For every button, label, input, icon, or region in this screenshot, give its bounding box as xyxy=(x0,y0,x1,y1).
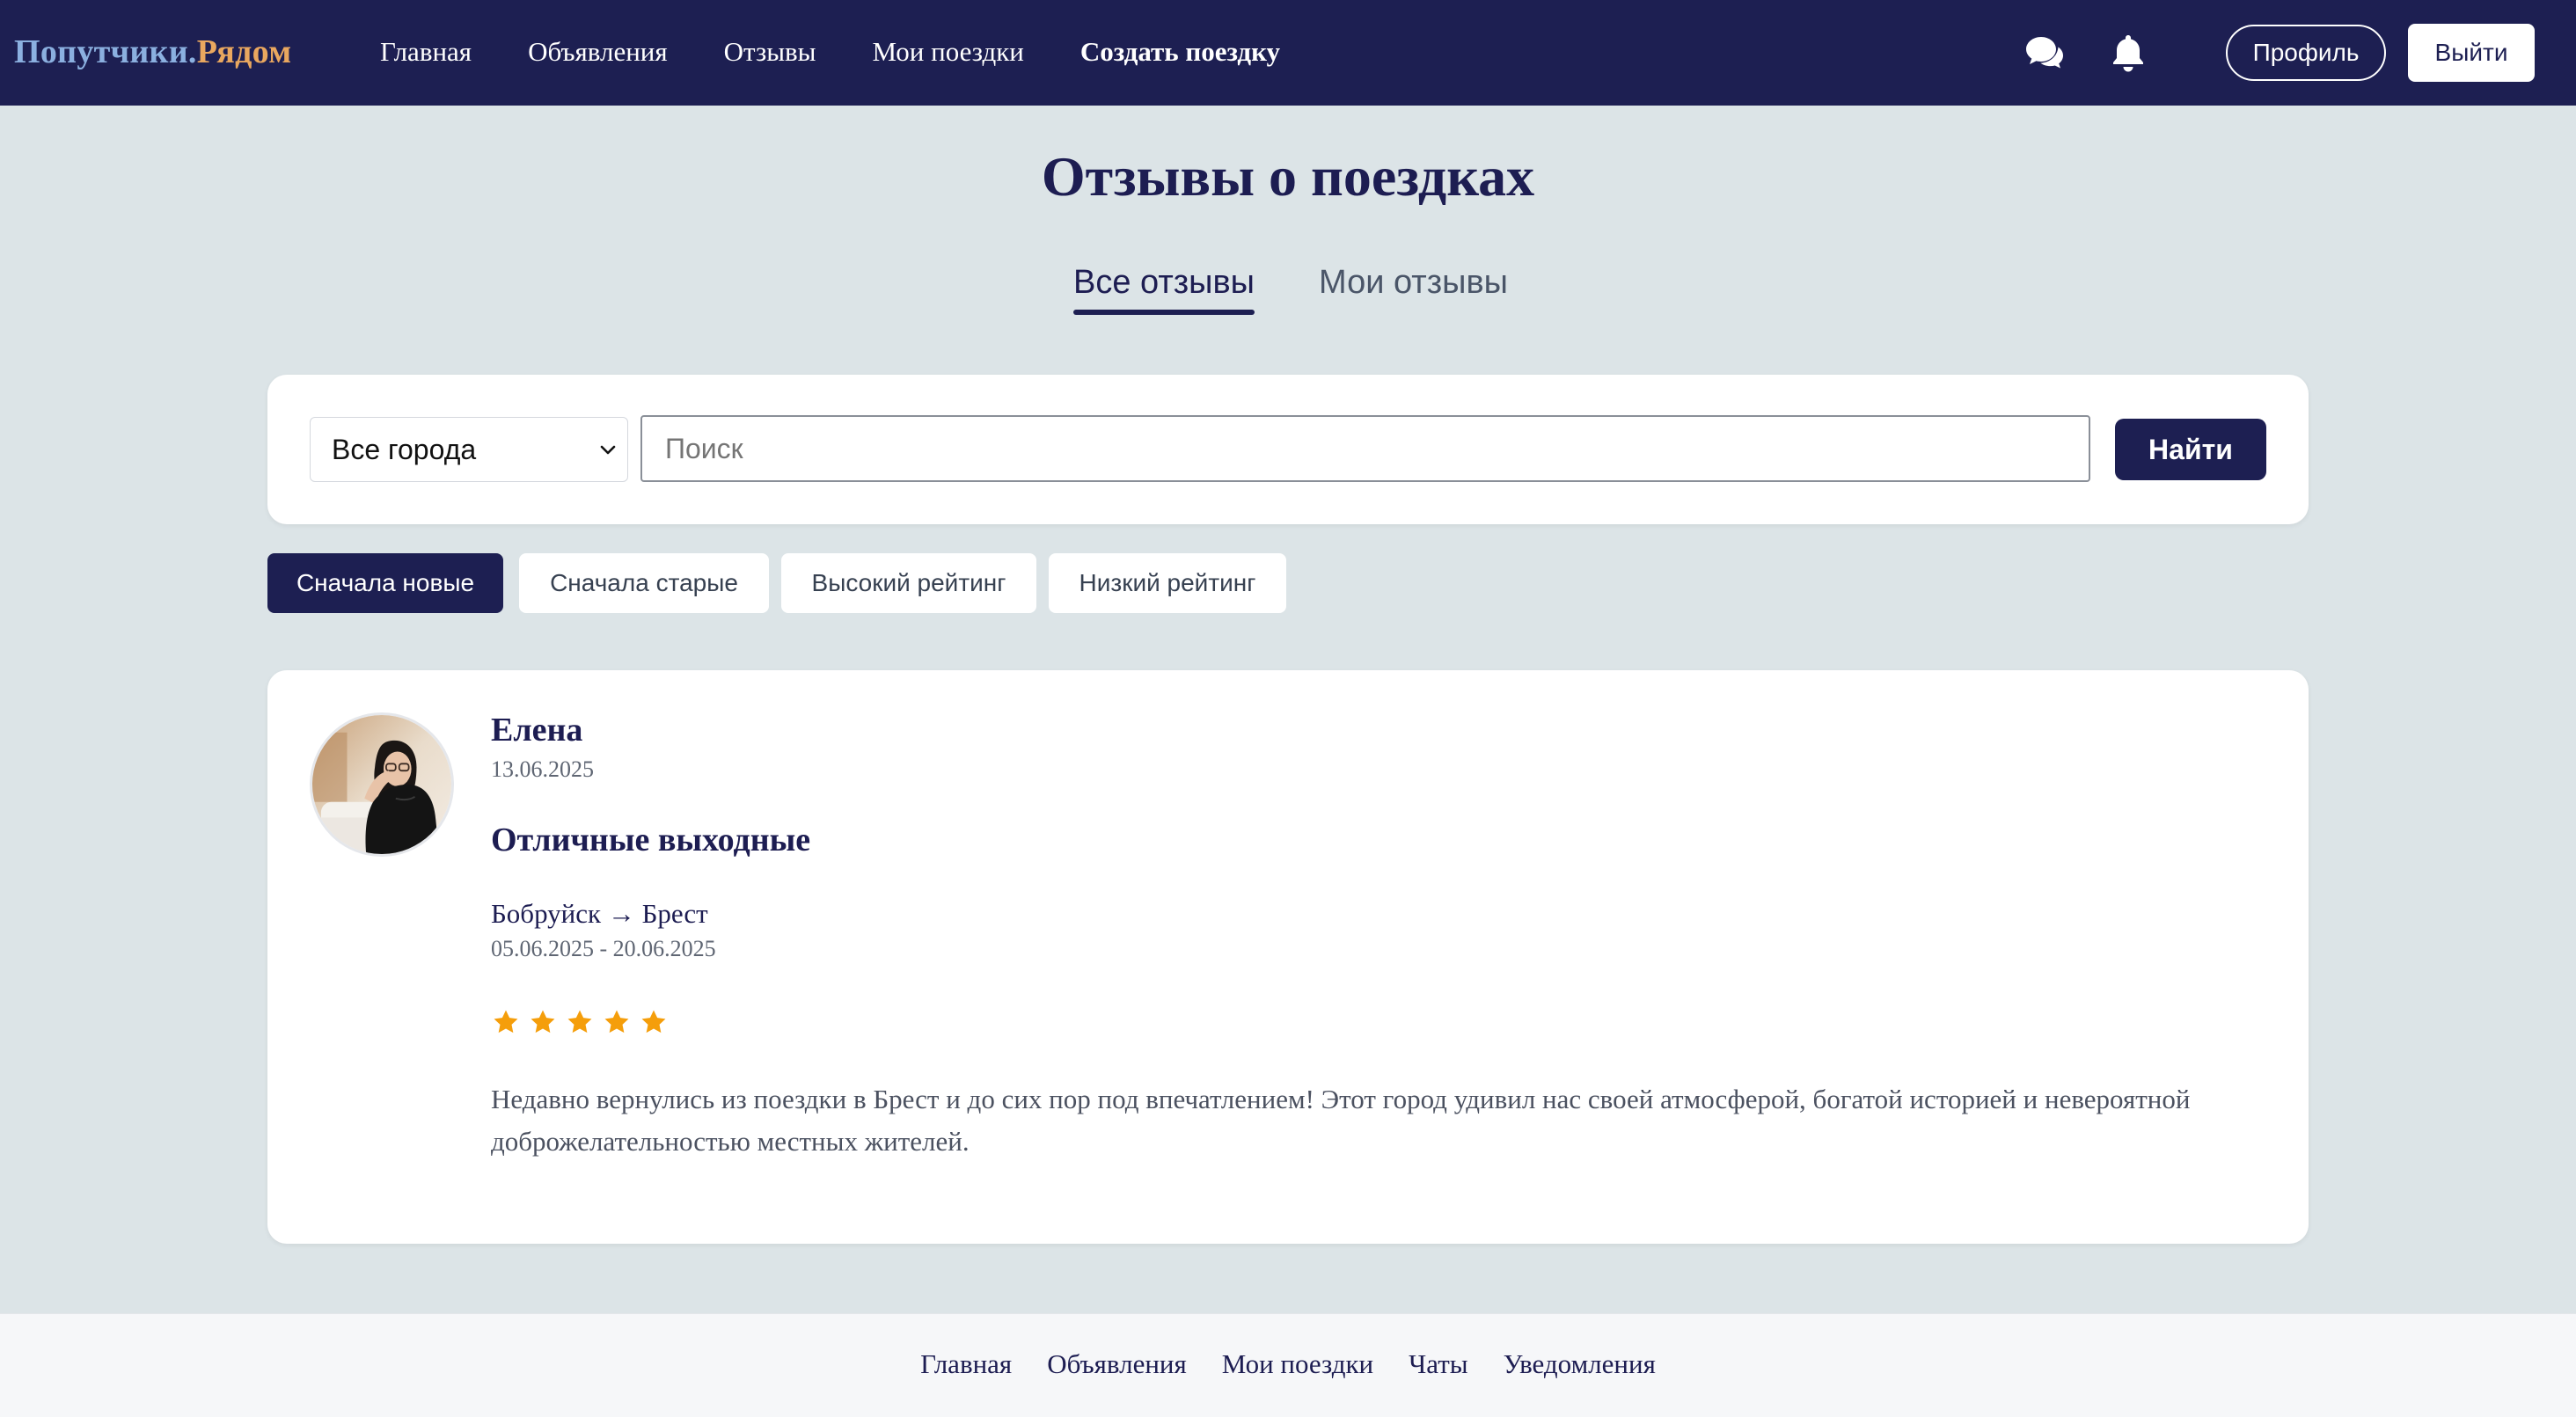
star-icon xyxy=(567,1010,592,1034)
avatar xyxy=(310,712,454,857)
page-title: Отзывы о поездках xyxy=(1041,145,1535,208)
profile-button[interactable]: Профиль xyxy=(2226,25,2386,81)
bell-icon[interactable] xyxy=(2107,32,2149,74)
city-select-value: Все города xyxy=(332,433,477,465)
tab-all-reviews[interactable]: Все отзывы xyxy=(1073,260,1255,315)
sort-low-rating-button[interactable]: Низкий рейтинг xyxy=(1049,553,1286,613)
logout-button[interactable]: Выйти xyxy=(2408,24,2535,82)
nav-link-home[interactable]: Главная xyxy=(380,36,472,68)
footer-link-ads[interactable]: Объявления xyxy=(1047,1346,1187,1383)
star-icon xyxy=(641,1010,666,1034)
tab-my-reviews[interactable]: Мои отзывы xyxy=(1319,260,1508,304)
top-navbar: Попутчики.Рядом Главная Объявления Отзыв… xyxy=(0,0,2576,106)
trip-dates: 05.06.2025 - 20.06.2025 xyxy=(491,936,716,961)
chat-icon[interactable] xyxy=(2023,32,2066,74)
review-card: Елена 13.06.2025 Отличные выходные Бобру… xyxy=(267,670,2309,1244)
footer-link-home[interactable]: Главная xyxy=(920,1346,1012,1383)
sort-newest-button[interactable]: Сначала новые xyxy=(267,553,503,613)
footer: Главная Объявления Мои поездки Чаты Увед… xyxy=(0,1313,2576,1417)
trip-route: Бобруйск → Брест xyxy=(491,898,708,929)
review-date: 13.06.2025 xyxy=(491,756,594,782)
nav-link-my-trips[interactable]: Мои поездки xyxy=(873,36,1024,68)
star-icon xyxy=(604,1010,629,1034)
nav-link-reviews[interactable]: Отзывы xyxy=(724,36,816,68)
review-title: Отличные выходные xyxy=(491,822,811,858)
star-icon xyxy=(494,1010,518,1034)
footer-link-chats[interactable]: Чаты xyxy=(1409,1346,1467,1383)
star-icon xyxy=(531,1010,555,1034)
review-text: Недавно вернулись из поездки в Брест и д… xyxy=(491,1084,2191,1157)
sort-oldest-button[interactable]: Сначала старые xyxy=(519,553,769,613)
site-logo[interactable]: Попутчики.Рядом xyxy=(14,30,291,74)
logo-text-part1: Попутчики. xyxy=(14,33,197,70)
review-author[interactable]: Елена xyxy=(491,709,582,751)
nav-link-ads[interactable]: Объявления xyxy=(528,36,668,68)
logo-text-part2: Рядом xyxy=(196,33,292,70)
chevron-down-icon xyxy=(600,445,616,455)
search-input[interactable] xyxy=(640,415,2090,482)
sort-high-rating-button[interactable]: Высокий рейтинг xyxy=(781,553,1036,613)
main-nav: Главная Объявления Отзывы Мои поездки Со… xyxy=(380,30,1280,74)
rating-stars xyxy=(491,1007,669,1037)
footer-link-my-trips[interactable]: Мои поездки xyxy=(1222,1346,1373,1383)
footer-nav: Главная Объявления Мои поездки Чаты Увед… xyxy=(0,1346,2576,1383)
nav-link-create-trip[interactable]: Создать поездку xyxy=(1080,36,1280,68)
search-panel: Все города Найти xyxy=(267,375,2309,524)
search-button[interactable]: Найти xyxy=(2115,419,2266,480)
city-select[interactable]: Все города xyxy=(310,417,628,482)
footer-link-notifications[interactable]: Уведомления xyxy=(1504,1346,1656,1383)
